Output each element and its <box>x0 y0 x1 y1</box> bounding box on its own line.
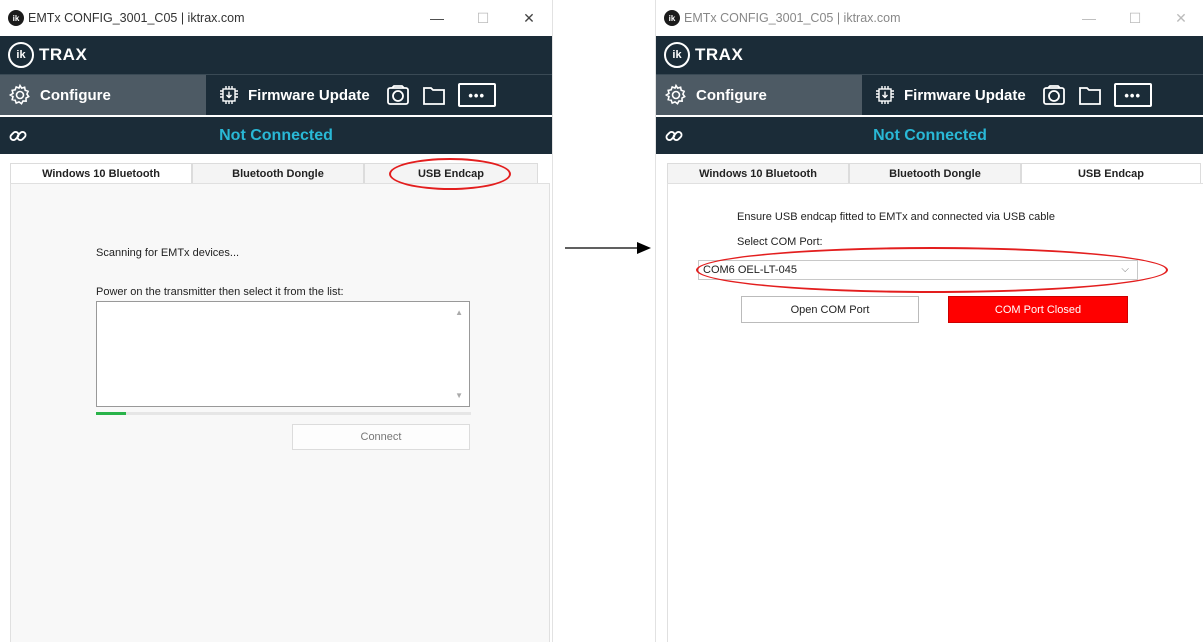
tab-usb-endcap[interactable]: USB Endcap <box>1021 163 1201 183</box>
firmware-update-label: Firmware Update <box>248 86 370 104</box>
connection-status: Not Connected <box>873 126 987 144</box>
app-logo-icon: ik <box>664 10 680 26</box>
scroll-up-icon[interactable]: ▲ <box>455 308 463 317</box>
more-icon[interactable]: ••• <box>1113 83 1152 107</box>
logo-text: TRAX <box>39 45 88 64</box>
select-com-port-label: Select COM Port: <box>737 236 823 248</box>
firmware-update-nav-button[interactable]: Firmware Update <box>862 75 1026 115</box>
maximize-button[interactable]: ☐ <box>1112 10 1158 27</box>
connection-tabs: Windows 10 Bluetooth Bluetooth Dongle US… <box>10 163 538 183</box>
firmware-update-nav-button[interactable]: Firmware Update <box>206 75 370 115</box>
configure-nav-button[interactable]: Configure <box>656 75 862 115</box>
configure-label: Configure <box>40 86 111 104</box>
tab-windows-10-bluetooth[interactable]: Windows 10 Bluetooth <box>10 163 192 183</box>
instruction-text: Power on the transmitter then select it … <box>96 286 344 298</box>
firmware-update-label: Firmware Update <box>904 86 1026 104</box>
ik-logo-icon: ik <box>8 42 34 68</box>
window-title: EMTx CONFIG_3001_C05 | iktrax.com <box>684 11 901 25</box>
com-port-value: COM6 OEL-LT-045 <box>703 264 797 276</box>
link-icon <box>8 126 28 151</box>
com-port-select[interactable]: COM6 OEL-LT-045 ⌵ <box>698 260 1138 280</box>
minimize-button[interactable]: — <box>414 10 460 26</box>
toolbar-icons: ••• <box>376 75 496 115</box>
nav-bar: Configure Firmware Update ••• <box>656 74 1203 117</box>
title-bar: ik EMTx CONFIG_3001_C05 | iktrax.com — ☐… <box>656 0 1203 36</box>
left-app-window: ik EMTx CONFIG_3001_C05 | iktrax.com — ☐… <box>0 0 553 642</box>
nav-bar: Configure Firmware Update ••• <box>0 74 552 117</box>
right-app-window: ik EMTx CONFIG_3001_C05 | iktrax.com — ☐… <box>655 0 1203 642</box>
connection-bar: Not Connected <box>0 117 552 154</box>
window-title: EMTx CONFIG_3001_C05 | iktrax.com <box>28 11 245 25</box>
gear-icon <box>664 83 688 107</box>
close-button[interactable]: ✕ <box>506 10 552 27</box>
scroll-down-icon[interactable]: ▼ <box>455 391 463 400</box>
close-button[interactable]: ✕ <box>1158 10 1203 27</box>
camera-icon[interactable] <box>384 82 412 108</box>
configure-nav-button[interactable]: Configure <box>0 75 206 115</box>
tab-windows-10-bluetooth[interactable]: Windows 10 Bluetooth <box>667 163 849 183</box>
scan-progress-bar <box>96 412 471 415</box>
title-bar: ik EMTx CONFIG_3001_C05 | iktrax.com — ☐… <box>0 0 552 36</box>
ik-logo-icon: ik <box>664 42 690 68</box>
connection-tabs: Windows 10 Bluetooth Bluetooth Dongle US… <box>667 163 1201 183</box>
more-icon[interactable]: ••• <box>457 83 496 107</box>
scan-progress-fill <box>96 412 126 415</box>
chevron-down-icon: ⌵ <box>1121 264 1129 275</box>
tab-bluetooth-dongle[interactable]: Bluetooth Dongle <box>849 163 1021 183</box>
toolbar-icons: ••• <box>1032 75 1152 115</box>
open-com-port-button[interactable]: Open COM Port <box>741 296 919 323</box>
scanning-status-text: Scanning for EMTx devices... <box>96 247 240 259</box>
tab-usb-endcap[interactable]: USB Endcap <box>364 163 538 183</box>
camera-icon[interactable] <box>1040 82 1068 108</box>
connection-bar: Not Connected <box>656 117 1203 154</box>
gear-icon <box>8 83 32 107</box>
app-logo-icon: ik <box>8 10 24 26</box>
com-port-status-indicator: COM Port Closed <box>948 296 1128 323</box>
maximize-button[interactable]: ☐ <box>460 10 506 27</box>
logo-bar: ik TRAX <box>0 36 552 74</box>
tab-bluetooth-dongle[interactable]: Bluetooth Dongle <box>192 163 364 183</box>
logo-bar: ik TRAX <box>656 36 1203 74</box>
logo-text: TRAX <box>695 45 744 64</box>
arrow-right-icon <box>565 242 651 254</box>
ensure-instruction-text: Ensure USB endcap fitted to EMTx and con… <box>737 211 1055 223</box>
folder-icon[interactable] <box>1076 82 1104 108</box>
configure-label: Configure <box>696 86 767 104</box>
minimize-button[interactable]: — <box>1066 10 1112 26</box>
folder-icon[interactable] <box>420 82 448 108</box>
usb-endcap-panel: Ensure USB endcap fitted to EMTx and con… <box>667 183 1203 642</box>
link-icon <box>664 126 684 151</box>
chip-download-icon <box>874 84 896 106</box>
connection-status: Not Connected <box>219 126 333 144</box>
connect-button[interactable]: Connect <box>292 424 470 450</box>
bluetooth-panel: Scanning for EMTx devices... Power on th… <box>10 183 550 642</box>
device-list[interactable]: ▲ ▼ <box>96 301 470 407</box>
chip-download-icon <box>218 84 240 106</box>
